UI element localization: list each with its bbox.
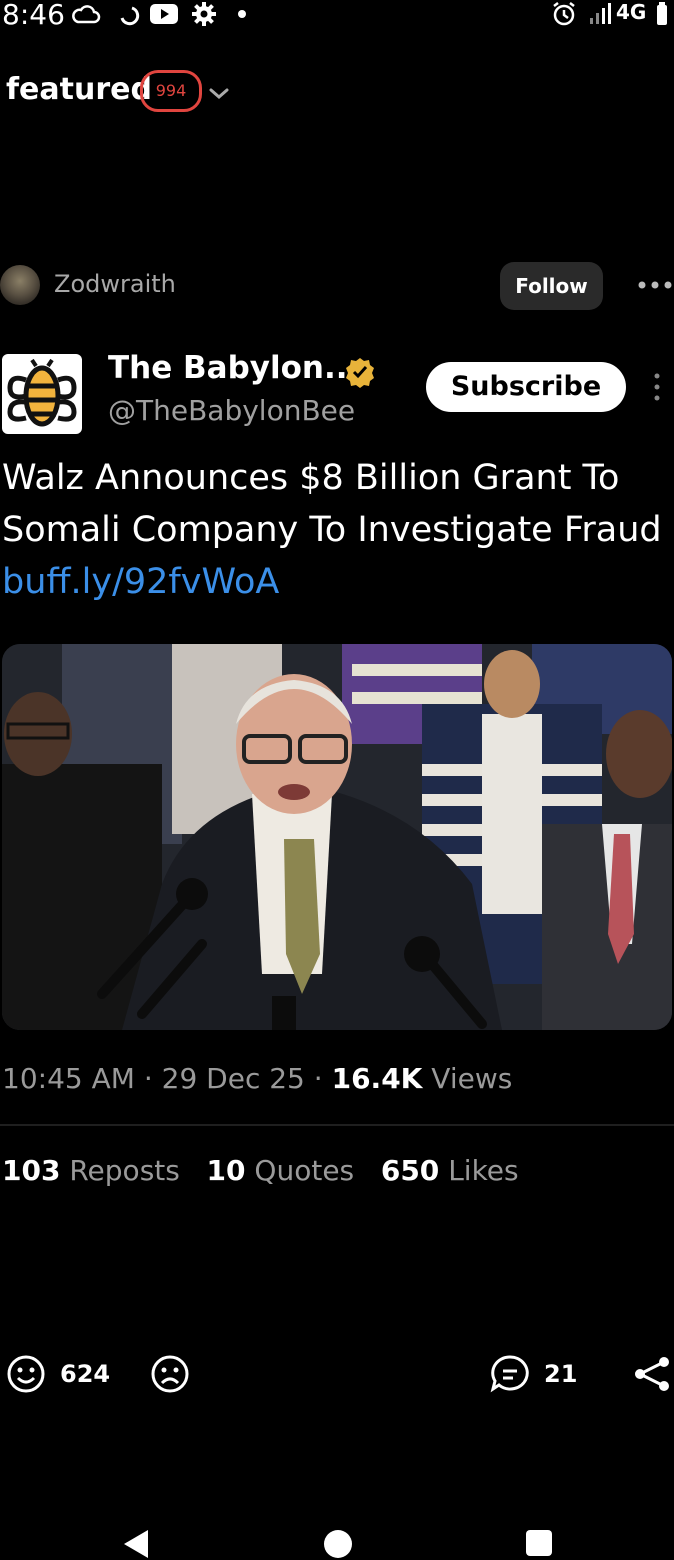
- share-icon[interactable]: [632, 1354, 672, 1394]
- likes-stat[interactable]: 650 Likes: [381, 1154, 519, 1187]
- chevron-down-icon[interactable]: [206, 80, 232, 106]
- tweet-stats: 103 Reposts 10 Quotes 650 Likes: [2, 1154, 519, 1187]
- reposts-label: Reposts: [69, 1154, 180, 1187]
- meta-separator: ·: [143, 1062, 153, 1095]
- quotes-stat[interactable]: 10 Quotes: [207, 1154, 355, 1187]
- poster-name[interactable]: Zodwraith: [54, 270, 176, 298]
- back-icon[interactable]: [120, 1528, 152, 1560]
- refresh-icon: [120, 6, 140, 26]
- account-name[interactable]: The Babylon...: [108, 350, 359, 386]
- dot-icon: [238, 10, 246, 18]
- meta-separator: ·: [313, 1062, 323, 1095]
- comments-count: 21: [544, 1360, 578, 1388]
- youtube-icon: [150, 4, 178, 24]
- network-type: 4G: [616, 0, 647, 24]
- cloud-icon: [72, 5, 101, 24]
- tweet-date: 29 Dec 25: [161, 1062, 305, 1095]
- avatar[interactable]: [0, 265, 40, 305]
- tweet-meta: 10:45 AM · 29 Dec 25 · 16.4K Views: [2, 1062, 512, 1095]
- feed-title[interactable]: featured: [6, 72, 152, 107]
- smile-count: 624: [60, 1360, 111, 1388]
- gear-icon: [192, 2, 216, 26]
- frown-icon[interactable]: [150, 1354, 190, 1394]
- battery-icon: [657, 2, 667, 25]
- more-options-icon[interactable]: [636, 276, 674, 294]
- likes-count: 650: [380, 1154, 440, 1187]
- notification-badge: 994: [140, 70, 202, 112]
- babylon-bee-logo-icon[interactable]: [2, 354, 82, 434]
- tweet-body: Walz Announces $8 Billion Grant To Somal…: [2, 458, 662, 550]
- tweet-link[interactable]: buff.ly/92fvWoA: [2, 562, 279, 602]
- tweet-text: Walz Announces $8 Billion Grant To Somal…: [2, 452, 670, 608]
- verified-badge-icon: [346, 358, 374, 388]
- account-handle[interactable]: @TheBabylonBee: [108, 394, 355, 427]
- tweet-time: 10:45 AM: [2, 1062, 135, 1095]
- home-icon[interactable]: [322, 1528, 354, 1560]
- quotes-count: 10: [206, 1154, 246, 1187]
- status-time: 8:46: [2, 0, 65, 31]
- recents-icon[interactable]: [524, 1528, 556, 1560]
- tweet-photo[interactable]: [2, 644, 672, 1030]
- alarm-icon: [553, 2, 575, 26]
- views-count: 16.4K: [331, 1062, 423, 1095]
- likes-label: Likes: [448, 1154, 519, 1187]
- smile-icon[interactable]: [6, 1354, 46, 1394]
- reposts-stat[interactable]: 103 Reposts: [2, 1154, 180, 1187]
- views-label: Views: [431, 1062, 513, 1095]
- reposts-count: 103: [2, 1154, 61, 1187]
- follow-button[interactable]: Follow: [500, 262, 603, 310]
- divider: [0, 1124, 674, 1126]
- quotes-label: Quotes: [254, 1154, 355, 1187]
- kebab-menu-icon[interactable]: [650, 372, 664, 402]
- press-conference-image: [2, 644, 672, 1030]
- subscribe-button[interactable]: Subscribe: [426, 362, 626, 412]
- comment-icon[interactable]: [490, 1354, 530, 1394]
- signal-icon: [590, 3, 611, 24]
